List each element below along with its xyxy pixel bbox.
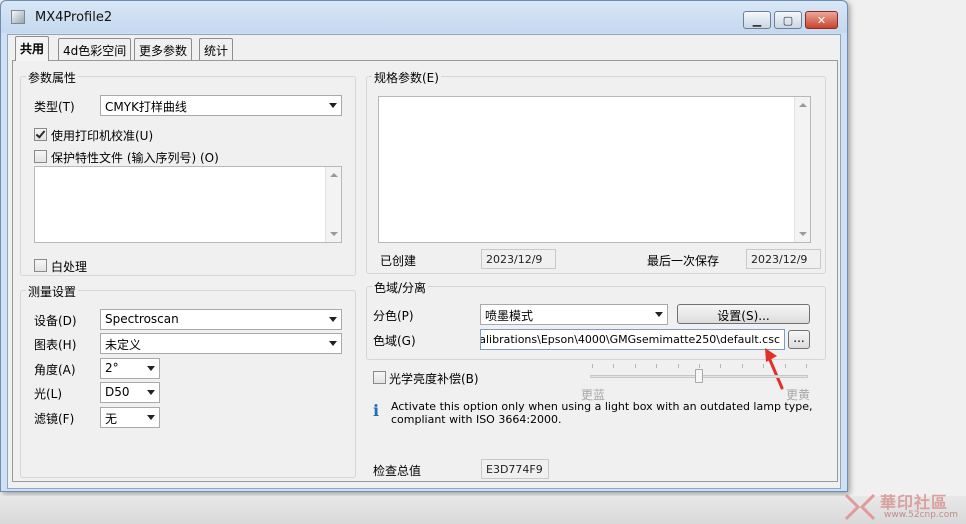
device-select[interactable]: Spectroscan <box>100 309 342 330</box>
params-group-title: 参数属性 <box>26 69 79 86</box>
close-icon: ✕ <box>816 13 827 27</box>
last-saved-date: 2023/12/9 <box>746 249 821 269</box>
gamut-group-title: 色域/分离 <box>372 279 429 296</box>
slider-tick <box>634 364 636 368</box>
tab-shared[interactable]: 共用 <box>15 36 50 61</box>
slider-tick <box>720 364 722 368</box>
scroll-down-icon <box>330 232 338 236</box>
chart-select[interactable]: 未定义 <box>100 333 342 354</box>
maximize-button[interactable]: ▢ <box>774 11 802 29</box>
slider-tick <box>677 364 679 368</box>
use-printer-calibration-checkbox[interactable] <box>34 128 47 141</box>
created-label: 已创建 <box>380 254 417 268</box>
tab-statistics[interactable]: 统计 <box>199 38 234 60</box>
chevron-down-icon <box>329 317 337 322</box>
chevron-down-icon <box>147 366 155 371</box>
gamut-label: 色域(G) <box>373 334 416 348</box>
title-bar[interactable]: MX4Profile2 ▁ ▢ ✕ <box>1 1 847 33</box>
last-saved-label: 最后一次保存 <box>647 254 720 268</box>
protect-profile-checkbox[interactable] <box>34 150 47 163</box>
slider-tick <box>656 364 658 368</box>
created-date: 2023/12/9 <box>481 249 556 269</box>
separation-label: 分色(P) <box>373 309 414 323</box>
device-label: 设备(D) <box>34 314 77 328</box>
background-strip <box>0 496 966 524</box>
settings-button[interactable]: 设置(S)... <box>677 304 810 324</box>
light-label: 光(L) <box>34 387 63 401</box>
minimize-button[interactable]: ▁ <box>743 11 771 29</box>
chevron-down-icon <box>655 312 663 317</box>
browse-button[interactable]: ... <box>788 330 810 349</box>
slider-tick <box>784 364 786 368</box>
optical-slider-thumb[interactable] <box>695 369 703 383</box>
chevron-down-icon <box>147 390 155 395</box>
checkmark-icon <box>35 128 46 139</box>
scroll-up-icon <box>330 173 338 177</box>
filter-label: 滤镜(F) <box>34 412 75 426</box>
watermark: 華印社區 www.52cnp.com <box>840 488 966 524</box>
optical-brightness-checkbox[interactable] <box>373 371 386 384</box>
angle-label: 角度(A) <box>34 363 76 377</box>
slider-tick <box>763 364 765 368</box>
chevron-down-icon <box>147 415 155 420</box>
slider-tick <box>592 364 593 368</box>
chart-label: 图表(H) <box>34 338 77 352</box>
watermark-logo-icon <box>844 493 876 521</box>
angle-select[interactable]: 2° <box>100 358 160 379</box>
slider-tick <box>613 364 615 368</box>
optical-brightness-label: 光学亮度补偿(B) <box>389 372 479 386</box>
spec-params-textarea[interactable] <box>378 96 811 243</box>
checksum-label: 检查总值 <box>373 464 422 478</box>
protect-profile-label: 保护特性文件 (输入序列号) (O) <box>51 151 219 165</box>
type-select[interactable]: CMYK打样曲线 <box>100 95 342 116</box>
spec-params-scrollbar[interactable] <box>794 97 810 242</box>
scroll-up-icon <box>799 103 807 107</box>
white-processing-label: 白处理 <box>51 260 88 274</box>
serial-number-textarea[interactable] <box>34 166 342 243</box>
chevron-down-icon <box>329 103 337 108</box>
minimize-icon: ▁ <box>752 13 762 27</box>
slider-tick <box>806 364 807 368</box>
use-printer-calibration-label: 使用打印机校准(U) <box>51 129 154 143</box>
tab-4d-colorspace[interactable]: 4d色彩空间 <box>58 38 132 60</box>
light-select[interactable]: D50 <box>100 382 160 403</box>
slider-tick <box>699 364 700 368</box>
serial-number-scrollbar[interactable] <box>325 167 341 242</box>
white-processing-checkbox[interactable] <box>34 259 47 272</box>
app-icon <box>11 10 25 24</box>
separation-select[interactable]: 喷墨模式 <box>480 304 668 325</box>
slider-tick <box>741 364 743 368</box>
gamut-path-field[interactable]: oof05\Calibrations\Epson\4000\GMGsemimat… <box>480 329 785 350</box>
maximize-icon: ▢ <box>782 13 794 27</box>
window-title: MX4Profile2 <box>35 10 113 25</box>
spec-group-title: 规格参数(E) <box>372 69 441 86</box>
watermark-url: www.52cnp.com <box>884 510 959 520</box>
filter-select[interactable]: 无 <box>100 407 160 428</box>
checksum-value: E3D774F9 <box>481 459 549 479</box>
tab-more-params[interactable]: 更多参数 <box>134 38 193 60</box>
scroll-down-icon <box>799 232 807 236</box>
measure-group-title: 测量设置 <box>26 283 79 300</box>
info-icon: i <box>373 401 380 420</box>
close-button[interactable]: ✕ <box>805 11 838 29</box>
optical-info-text: Activate this option only when using a l… <box>391 400 813 426</box>
type-label: 类型(T) <box>34 100 75 114</box>
chevron-down-icon <box>329 341 337 346</box>
